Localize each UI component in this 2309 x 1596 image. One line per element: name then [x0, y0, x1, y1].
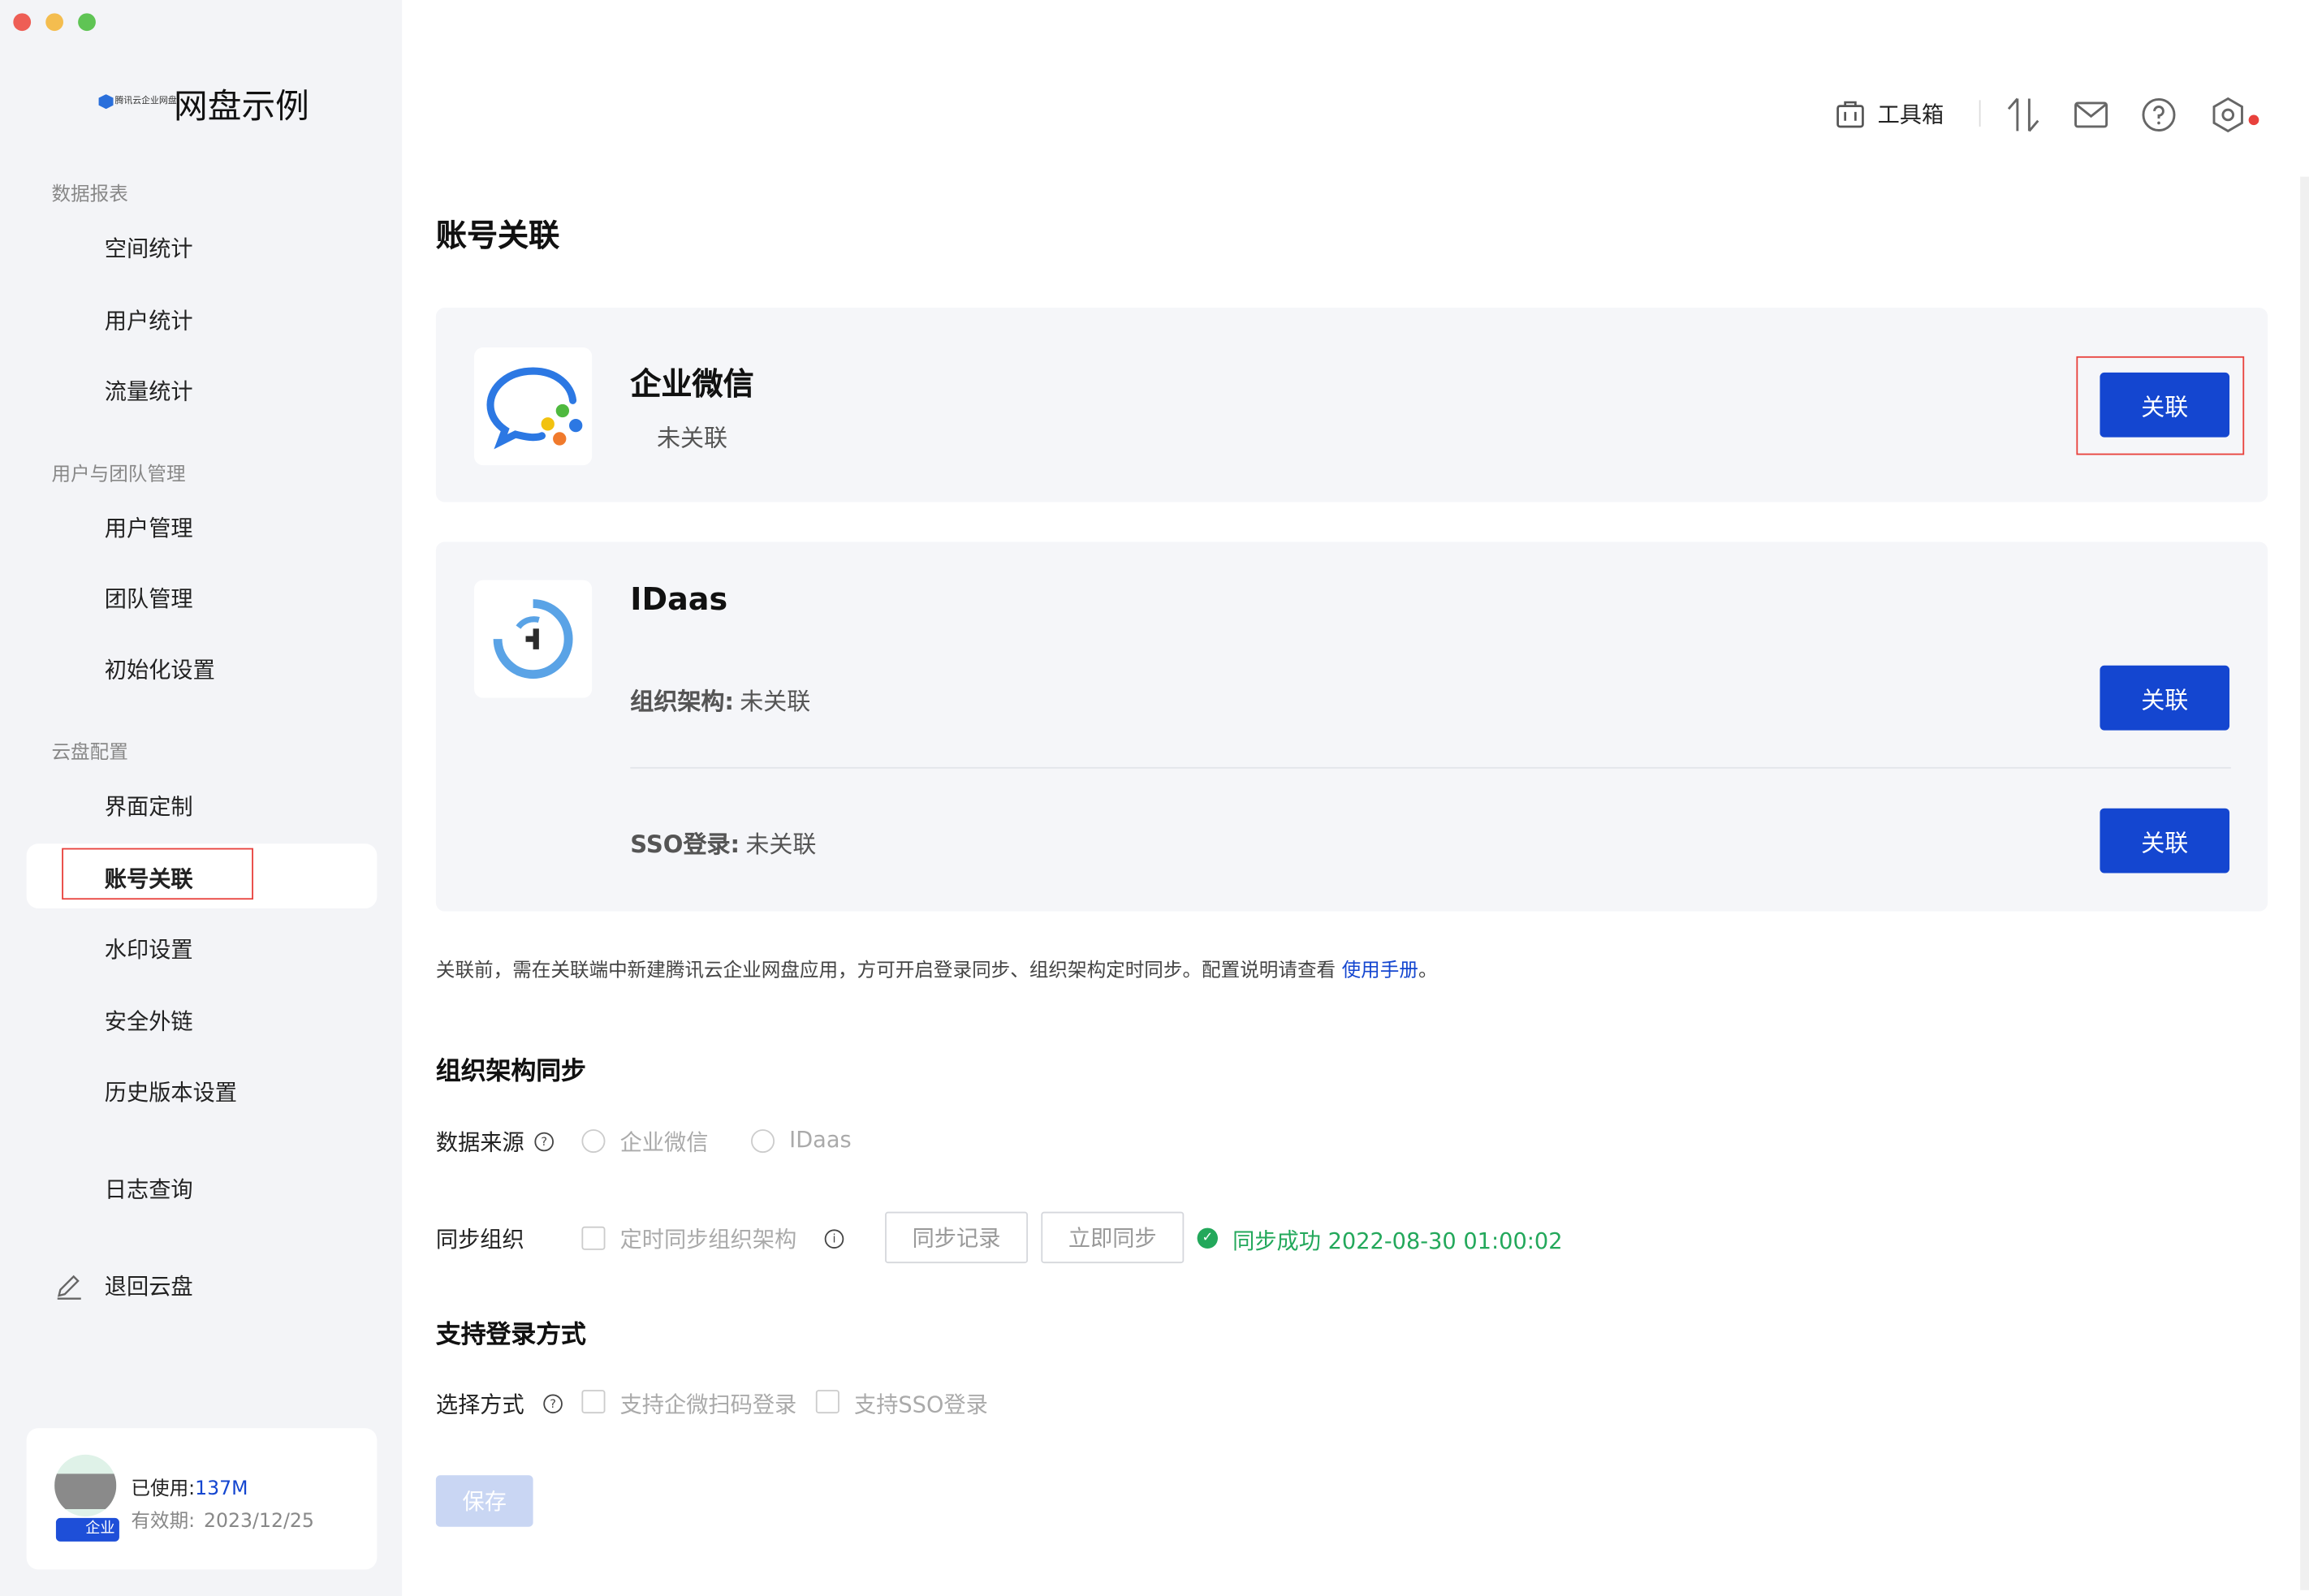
radio-idaas-label[interactable]: IDaas	[789, 1126, 852, 1153]
sync-now-button[interactable]: 立即同步	[1041, 1211, 1185, 1264]
scheduled-sync-label[interactable]: 定时同步组织架构	[620, 1223, 797, 1254]
idaas-org-row: 组织架构: 未关联	[630, 682, 810, 718]
radio-wecom[interactable]	[581, 1129, 606, 1154]
usage-expiry-value: 2023/12/25	[204, 1510, 314, 1533]
sync-records-button[interactable]: 同步记录	[885, 1211, 1029, 1264]
group-label-drive-config: 云盘配置	[51, 742, 128, 765]
idaas-org-status: 未关联	[740, 687, 811, 716]
transfer-icon[interactable]	[2005, 96, 2041, 134]
question-icon[interactable]: ?	[543, 1394, 563, 1414]
sidebar-item-user-stats[interactable]: 用户统计	[105, 304, 193, 335]
avatar	[54, 1454, 117, 1517]
sidebar-item-traffic-stats[interactable]: 流量统计	[105, 375, 193, 406]
idaas-logo-box	[474, 580, 593, 698]
sidebar-item-ui-customize[interactable]: 界面定制	[105, 791, 193, 822]
toolbox-label[interactable]: 工具箱	[1878, 99, 1944, 130]
radio-wecom-label[interactable]: 企业微信	[620, 1126, 709, 1157]
radio-idaas[interactable]	[751, 1129, 775, 1154]
maximize-window-button[interactable]	[78, 13, 96, 32]
close-window-button[interactable]	[13, 13, 32, 32]
usage-used-label: 已使用:	[131, 1477, 196, 1501]
sync-status: 同步成功 2022-08-30 01:00:02	[1232, 1227, 1563, 1255]
org-sync-title: 组织架构同步	[435, 1057, 586, 1087]
sidebar-item-user-management[interactable]: 用户管理	[105, 512, 193, 543]
notice-end: 。	[1418, 960, 1438, 982]
toolbox-icon[interactable]	[1835, 99, 1866, 130]
sidebar-item-init-settings[interactable]: 初始化设置	[105, 653, 215, 684]
scrollbar[interactable]	[2300, 176, 2309, 1590]
usage-expiry-label: 有效期:	[131, 1510, 196, 1533]
edit-icon	[57, 1275, 81, 1300]
notice-text: 关联前，需在关联端中新建腾讯云企业网盘应用，方可开启登录同步、组织架构定时同步。…	[435, 954, 1438, 982]
user-manual-link[interactable]: 使用手册	[1342, 960, 1418, 982]
usage-used: 已使用:137M	[131, 1473, 248, 1500]
sidebar-item-back-to-drive[interactable]: 退回云盘	[105, 1270, 193, 1301]
sidebar-item-log-query[interactable]: 日志查询	[105, 1173, 193, 1204]
info-icon[interactable]: i	[824, 1229, 844, 1249]
brand-logo-icon	[98, 94, 114, 110]
enterprise-badge: 企业	[55, 1517, 119, 1542]
sync-org-label: 同步组织	[435, 1226, 524, 1253]
idaas-org-link-button[interactable]: 关联	[2100, 665, 2230, 731]
question-icon[interactable]: ?	[534, 1132, 554, 1152]
wecom-title: 企业微信	[630, 366, 754, 403]
minimize-window-button[interactable]	[45, 13, 63, 32]
wecom-qr-login-checkbox[interactable]	[581, 1390, 606, 1414]
sso-login-checkbox[interactable]	[815, 1390, 839, 1414]
idaas-title: IDaas	[630, 581, 728, 617]
wecom-logo-icon	[486, 367, 583, 450]
group-label-reports: 数据报表	[51, 183, 128, 206]
idaas-org-label: 组织架构:	[630, 687, 734, 716]
sidebar-item-watermark[interactable]: 水印设置	[105, 934, 193, 964]
notice-body: 关联前，需在关联端中新建腾讯云企业网盘应用，方可开启登录同步、组织架构定时同步。…	[435, 960, 1342, 982]
data-source-label: 数据来源	[435, 1129, 524, 1156]
idaas-sso-status: 未关联	[745, 830, 817, 859]
idaas-divider	[630, 766, 2231, 769]
brand-logo-text: 腾讯云企业网盘	[114, 95, 177, 106]
toolbar-divider	[1979, 100, 1981, 127]
success-check-icon: ✓	[1197, 1227, 1218, 1249]
sidebar-item-secure-link[interactable]: 安全外链	[105, 1006, 193, 1037]
login-methods-title: 支持登录方式	[435, 1320, 586, 1351]
login-method-label: 选择方式	[435, 1391, 524, 1418]
usage-expiry: 有效期: 2023/12/25	[131, 1505, 314, 1533]
sso-login-label[interactable]: 支持SSO登录	[854, 1388, 988, 1419]
help-icon[interactable]	[2141, 97, 2177, 133]
settings-icon[interactable]	[2209, 96, 2247, 134]
brand-title: 网盘示例	[174, 88, 309, 127]
save-button[interactable]: 保存	[435, 1475, 533, 1527]
notification-dot	[2248, 114, 2259, 126]
wecom-logo-box	[474, 347, 593, 466]
group-label-user-team: 用户与团队管理	[51, 464, 186, 486]
sidebar-item-team-management[interactable]: 团队管理	[105, 583, 193, 614]
wecom-qr-login-label[interactable]: 支持企微扫码登录	[620, 1388, 797, 1419]
idaas-logo-icon	[493, 599, 573, 679]
sidebar-item-history-version[interactable]: 历史版本设置	[105, 1076, 237, 1107]
page-title: 账号关联	[435, 218, 560, 253]
highlight-box-sidebar	[62, 848, 253, 900]
idaas-sso-link-button[interactable]: 关联	[2100, 808, 2230, 873]
highlight-box-link-button	[2076, 356, 2245, 455]
sidebar-item-space-stats[interactable]: 空间统计	[105, 233, 193, 264]
wecom-status: 未关联	[656, 424, 728, 452]
sidebar: 腾讯云企业网盘 网盘示例 数据报表 空间统计 用户统计 流量统计 用户与团队管理…	[0, 0, 403, 1596]
usage-used-value: 137M	[195, 1477, 248, 1501]
mail-icon[interactable]	[2074, 99, 2109, 132]
scheduled-sync-checkbox[interactable]	[581, 1226, 606, 1250]
idaas-sso-row: SSO登录: 未关联	[630, 825, 816, 861]
idaas-sso-label: SSO登录:	[630, 830, 740, 859]
